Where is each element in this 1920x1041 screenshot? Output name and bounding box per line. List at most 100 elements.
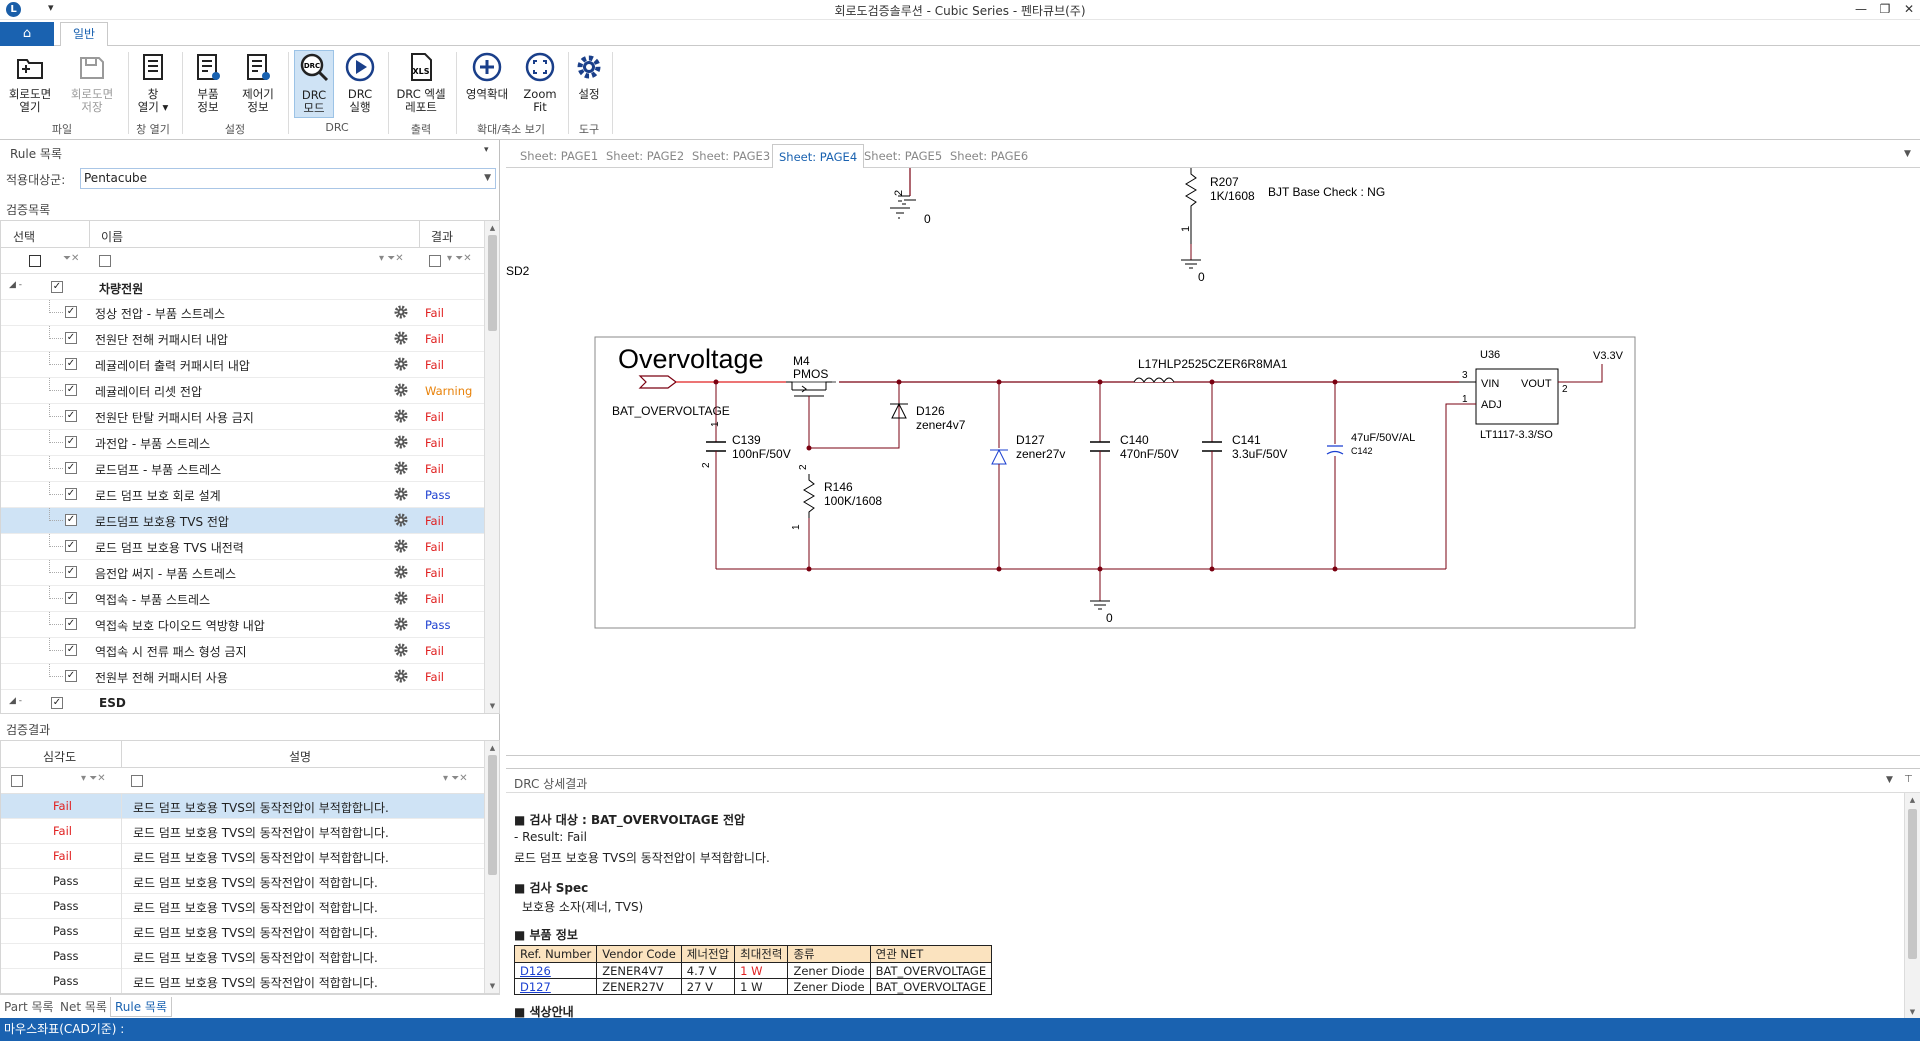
rule-checkbox[interactable]: ✓ bbox=[65, 488, 77, 500]
filter-clear-icon[interactable]: ▾ ⏷✕ bbox=[443, 773, 468, 784]
rule-row[interactable]: ✓ 전원부 전해 커패시터 사용 Fail bbox=[1, 664, 485, 690]
tab-sheet-page3[interactable]: Sheet: PAGE3 bbox=[692, 149, 770, 163]
rule-settings-gear-icon[interactable] bbox=[394, 487, 408, 501]
save-schematic-button[interactable]: 회로도면 저장 bbox=[64, 50, 120, 118]
rule-row[interactable]: ✓ 전원단 탄탈 커패시터 사용 금지 Fail bbox=[1, 404, 485, 430]
result-row[interactable]: Fail 로드 덤프 보호용 TVS의 동작전압이 부적합합니다. bbox=[1, 844, 485, 869]
part-ref-link[interactable]: D126 bbox=[520, 964, 551, 978]
zoom-fit-button[interactable]: Zoom Fit bbox=[518, 50, 562, 118]
scroll-thumb[interactable] bbox=[488, 235, 497, 331]
rule-row[interactable]: ✓ 레귤레이터 리셋 전압 Warning bbox=[1, 378, 485, 404]
rule-checkbox[interactable]: ✓ bbox=[65, 410, 77, 422]
rule-checkbox[interactable]: ✓ bbox=[65, 618, 77, 630]
filter-clear-icon[interactable]: ▾ ⏷✕ bbox=[81, 773, 106, 784]
controller-info-button[interactable]: 제어기 정보 bbox=[236, 50, 280, 118]
tab-sheet-page5[interactable]: Sheet: PAGE5 bbox=[864, 149, 942, 163]
rule-settings-gear-icon[interactable] bbox=[394, 409, 408, 423]
scroll-thumb[interactable] bbox=[488, 755, 497, 875]
sheet-menu-chevron-icon[interactable]: ▼ bbox=[1904, 149, 1911, 159]
scroll-up-icon[interactable]: ▲ bbox=[485, 221, 499, 235]
settings-button[interactable]: 설정 bbox=[570, 50, 608, 118]
pin-icon[interactable]: ⊤ bbox=[1904, 774, 1913, 785]
rule-group-row[interactable]: ◢ - ✓ 차량전원 bbox=[1, 274, 485, 300]
column-select[interactable]: 선택 bbox=[13, 228, 35, 245]
rule-checkbox[interactable]: ✓ bbox=[65, 436, 77, 448]
result-grid-scrollbar[interactable]: ▲ ▼ bbox=[484, 741, 499, 993]
filter-severity-checkbox[interactable] bbox=[11, 775, 23, 787]
rule-row[interactable]: ✓ 레귤레이터 출력 커패시터 내압 Fail bbox=[1, 352, 485, 378]
rule-settings-gear-icon[interactable] bbox=[394, 305, 408, 319]
rule-checkbox[interactable]: ✓ bbox=[65, 358, 77, 370]
rule-checkbox[interactable]: ✓ bbox=[65, 384, 77, 396]
scroll-down-icon[interactable]: ▼ bbox=[1905, 1005, 1920, 1019]
result-row[interactable]: Pass 로드 덤프 보호용 TVS의 동작전압이 적합합니다. bbox=[1, 919, 485, 944]
part-ref-link[interactable]: D127 bbox=[520, 980, 551, 994]
rule-settings-gear-icon[interactable] bbox=[394, 383, 408, 397]
target-group-select[interactable]: Pentacube ▼ bbox=[80, 168, 496, 189]
rule-group-row[interactable]: ◢ - ✓ ESD bbox=[1, 690, 485, 713]
scroll-up-icon[interactable]: ▲ bbox=[485, 741, 499, 755]
rule-row[interactable]: ✓ 로드덤프 보호용 TVS 전압 Fail bbox=[1, 508, 485, 534]
column-result[interactable]: 결과 bbox=[431, 228, 453, 245]
rule-checkbox[interactable]: ✓ bbox=[65, 540, 77, 552]
rule-settings-gear-icon[interactable] bbox=[394, 643, 408, 657]
part-info-button[interactable]: 부품 정보 bbox=[188, 50, 228, 118]
rule-row[interactable]: ✓ 과전압 - 부품 스트레스 Fail bbox=[1, 430, 485, 456]
rule-checkbox[interactable]: ✓ bbox=[65, 644, 77, 656]
rule-checkbox[interactable]: ✓ bbox=[65, 670, 77, 682]
rule-row[interactable]: ✓ 음전압 써지 - 부품 스트레스 Fail bbox=[1, 560, 485, 586]
rule-settings-gear-icon[interactable] bbox=[394, 357, 408, 371]
rule-checkbox[interactable]: ✓ bbox=[65, 566, 77, 578]
rule-checkbox[interactable]: ✓ bbox=[65, 462, 77, 474]
drc-scrollbar[interactable]: ▲ ▼ bbox=[1904, 793, 1920, 1019]
rule-grid-scrollbar[interactable]: ▲ ▼ bbox=[484, 221, 499, 713]
column-name[interactable]: 이름 bbox=[101, 228, 123, 245]
tab-sheet-page4[interactable]: Sheet: PAGE4 bbox=[772, 144, 865, 169]
column-description[interactable]: 설명 bbox=[289, 748, 311, 765]
scroll-down-icon[interactable]: ▼ bbox=[485, 699, 499, 713]
rule-checkbox[interactable]: ✓ bbox=[65, 514, 77, 526]
filter-desc-checkbox[interactable] bbox=[131, 775, 143, 787]
rule-row[interactable]: ✓ 로드 덤프 보호 회로 설계 Pass bbox=[1, 482, 485, 508]
rule-checkbox[interactable]: ✓ bbox=[65, 306, 77, 318]
scroll-thumb[interactable] bbox=[1908, 809, 1917, 959]
group-checkbox[interactable]: ✓ bbox=[51, 281, 63, 293]
result-row[interactable]: Pass 로드 덤프 보호용 TVS의 동작전압이 적합합니다. bbox=[1, 944, 485, 969]
collapse-icon[interactable]: ◢ - bbox=[9, 696, 22, 706]
drc-mode-button[interactable]: DRC DRC 모드 bbox=[294, 50, 334, 118]
rule-settings-gear-icon[interactable] bbox=[394, 513, 408, 527]
rule-row[interactable]: ✓ 전원단 전해 커패시터 내압 Fail bbox=[1, 326, 485, 352]
filter-select-checkbox[interactable] bbox=[29, 255, 41, 267]
rule-settings-gear-icon[interactable] bbox=[394, 435, 408, 449]
filter-clear-icon[interactable]: ▾ ⏷✕ bbox=[447, 253, 472, 264]
result-row[interactable]: Pass 로드 덤프 보호용 TVS의 동작전압이 적합합니다. bbox=[1, 894, 485, 919]
rule-settings-gear-icon[interactable] bbox=[394, 669, 408, 683]
scroll-down-icon[interactable]: ▼ bbox=[485, 979, 499, 993]
tab-sheet-page6[interactable]: Sheet: PAGE6 bbox=[950, 149, 1028, 163]
pin-icon[interactable]: ▾ bbox=[484, 145, 489, 155]
rule-checkbox[interactable]: ✓ bbox=[65, 332, 77, 344]
rule-settings-gear-icon[interactable] bbox=[394, 539, 408, 553]
rule-checkbox[interactable]: ✓ bbox=[65, 592, 77, 604]
rule-settings-gear-icon[interactable] bbox=[394, 331, 408, 345]
rule-row[interactable]: ✓ 로드 덤프 보호용 TVS 내전력 Fail bbox=[1, 534, 485, 560]
tab-rule-list[interactable]: Rule 목록 bbox=[110, 997, 173, 1017]
schematic-svg[interactable]: 0 2 R207 1K/1608 BJT Base Check : NG 1 0… bbox=[506, 168, 1920, 756]
drc-run-button[interactable]: DRC 실행 bbox=[340, 50, 380, 118]
schematic-canvas[interactable]: 0 2 R207 1K/1608 BJT Base Check : NG 1 0… bbox=[506, 168, 1920, 756]
close-button[interactable]: ✕ bbox=[1894, 0, 1920, 20]
tab-sheet-page1[interactable]: Sheet: PAGE1 bbox=[520, 149, 598, 163]
rule-row[interactable]: ✓ 역접속 시 전류 패스 형성 금지 Fail bbox=[1, 638, 485, 664]
tab-net-list[interactable]: Net 목록 bbox=[60, 997, 107, 1017]
filter-name-checkbox[interactable] bbox=[99, 255, 111, 267]
filter-clear-icon[interactable]: ▾ ⏷✕ bbox=[379, 253, 404, 264]
tab-part-list[interactable]: Part 목록 bbox=[4, 997, 54, 1017]
panel-menu-chevron-icon[interactable]: ▼ bbox=[1886, 775, 1893, 785]
drc-excel-report-button[interactable]: XLS DRC 엑셀 레포트 bbox=[392, 50, 450, 118]
window-open-button[interactable]: 창 열기 ▾ bbox=[134, 50, 172, 118]
rule-row[interactable]: ✓ 로드덤프 - 부품 스트레스 Fail bbox=[1, 456, 485, 482]
filter-clear-icon[interactable]: ⏷✕ bbox=[63, 253, 79, 264]
rule-settings-gear-icon[interactable] bbox=[394, 591, 408, 605]
rule-row[interactable]: ✓ 역접속 - 부품 스트레스 Fail bbox=[1, 586, 485, 612]
tab-sheet-page2[interactable]: Sheet: PAGE2 bbox=[606, 149, 684, 163]
